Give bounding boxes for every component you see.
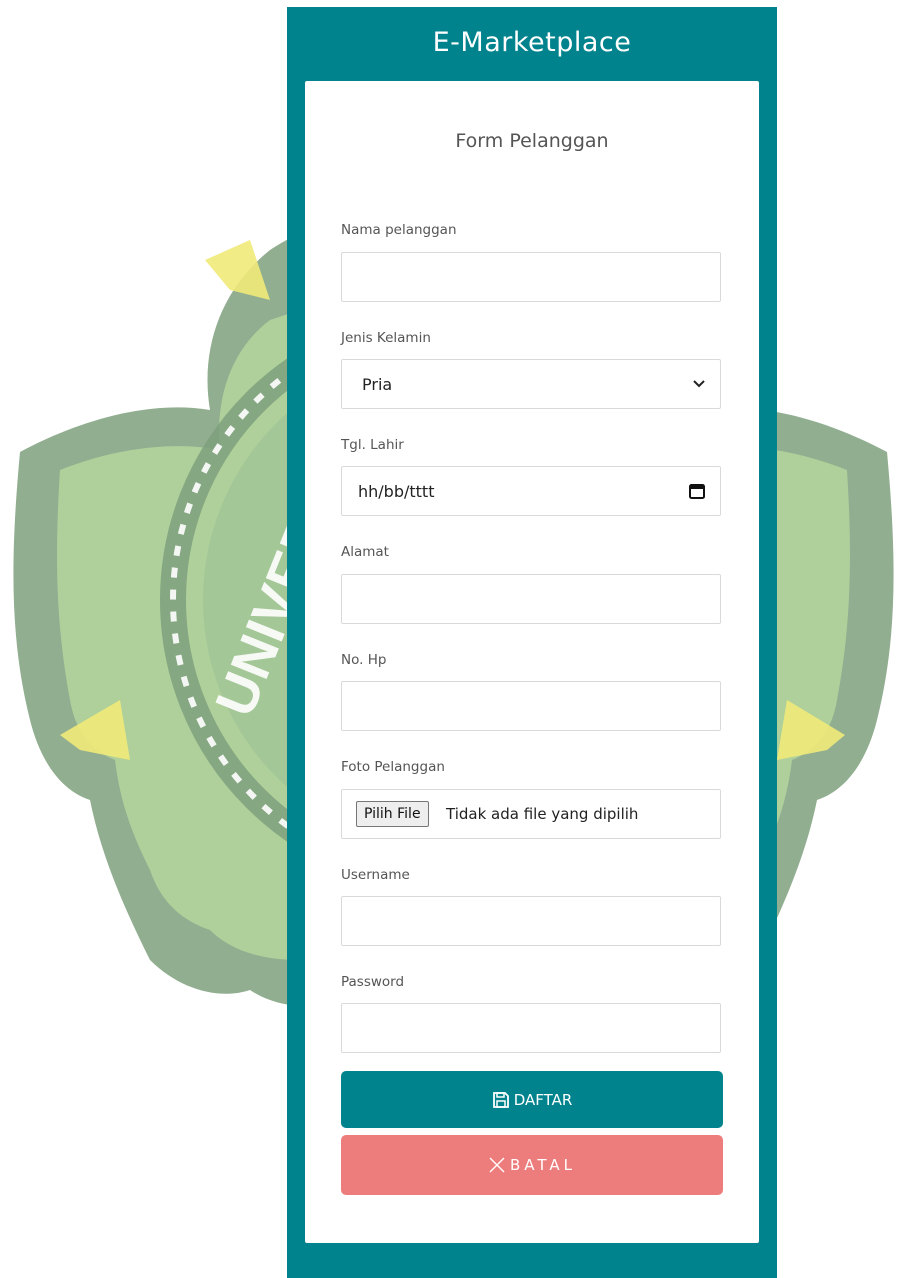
alamat-input[interactable] — [341, 574, 721, 624]
foto-file-input: Pilih File Tidak ada file yang dipilih — [341, 789, 721, 839]
jenis-kelamin-label: Jenis Kelamin — [341, 330, 431, 346]
tgl-lahir-input[interactable]: hh/bb/tttt — [341, 466, 721, 516]
save-icon — [492, 1091, 509, 1108]
nama-label: Nama pelanggan — [341, 222, 457, 238]
chevron-down-icon — [693, 380, 705, 388]
jenis-kelamin-select[interactable]: Pria — [341, 359, 721, 409]
form-title: Form Pelanggan — [455, 130, 609, 152]
daftar-label: DAFTAR — [513, 1090, 573, 1109]
username-label: Username — [341, 867, 410, 883]
form-panel: E-Marketplace Form Pelanggan Nama pelang… — [287, 7, 777, 1278]
jenis-kelamin-value: Pria — [362, 375, 393, 394]
tgl-lahir-placeholder: hh/bb/tttt — [358, 482, 435, 501]
username-input[interactable] — [341, 896, 721, 946]
foto-label: Foto Pelanggan — [341, 759, 445, 775]
no-hp-input[interactable] — [341, 681, 721, 731]
nama-input[interactable] — [341, 252, 721, 302]
batal-label: BATAL — [509, 1156, 576, 1174]
app-title: E-Marketplace — [432, 27, 632, 58]
batal-button[interactable]: BATAL — [341, 1135, 723, 1195]
close-icon — [489, 1157, 505, 1173]
daftar-button[interactable]: DAFTAR — [341, 1071, 723, 1128]
alamat-label: Alamat — [341, 544, 389, 560]
password-input[interactable] — [341, 1003, 721, 1053]
no-hp-label: No. Hp — [341, 652, 387, 668]
file-status: Tidak ada file yang dipilih — [446, 805, 639, 823]
form-card: Form Pelanggan Nama pelanggan Jenis Kela… — [305, 81, 759, 1243]
password-label: Password — [341, 974, 405, 990]
calendar-icon[interactable] — [688, 482, 706, 500]
choose-file-button[interactable]: Pilih File — [356, 801, 429, 827]
tgl-lahir-label: Tgl. Lahir — [341, 437, 404, 453]
